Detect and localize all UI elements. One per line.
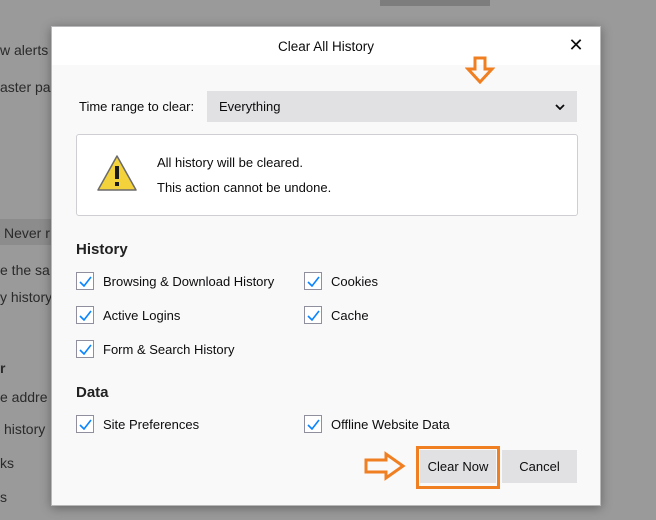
checkbox-box[interactable]: [76, 272, 94, 290]
checkbox-cache[interactable]: Cache: [304, 306, 369, 324]
cancel-button[interactable]: Cancel: [502, 450, 577, 483]
checkmark-icon: [78, 419, 92, 430]
warning-text-line1: All history will be cleared.: [157, 155, 303, 170]
background-text: aster pas: [0, 79, 58, 95]
background-text: ks: [0, 455, 14, 471]
checkbox-label: Browsing & Download History: [103, 273, 275, 289]
checkbox-label: Form & Search History: [103, 341, 235, 357]
checkbox-browsing-download-history[interactable]: Browsing & Download History: [76, 272, 274, 290]
clear-history-dialog: Clear All History ✕ Time range to clear:…: [51, 26, 601, 506]
background-text: Never r: [4, 225, 50, 241]
time-range-row: Time range to clear: Everything: [79, 91, 577, 122]
background-text: e addre: [0, 389, 48, 405]
background-text: w alerts: [0, 42, 49, 58]
dialog-titlebar: Clear All History ✕: [52, 27, 600, 65]
background-text: y history: [0, 289, 53, 305]
checkmark-icon: [306, 310, 320, 321]
checkmark-icon: [306, 276, 320, 287]
checkmark-icon: [78, 310, 92, 321]
warning-text-line2: This action cannot be undone.: [157, 180, 332, 195]
checkbox-box[interactable]: [304, 415, 322, 433]
checkbox-box[interactable]: [304, 306, 322, 324]
checkbox-form-search-history[interactable]: Form & Search History: [76, 340, 234, 358]
background-text: s: [0, 489, 7, 505]
background-toolbar: [380, 0, 490, 6]
time-range-label: Time range to clear:: [79, 99, 195, 114]
checkbox-label: Cookies: [331, 273, 378, 289]
annotation-arrow-down-icon: [465, 56, 495, 85]
history-section-title: History: [76, 241, 128, 258]
time-range-value: Everything: [219, 99, 281, 114]
checkbox-label: Offline Website Data: [331, 416, 450, 432]
annotation-arrow-right-icon: [364, 451, 406, 481]
close-icon[interactable]: ✕: [566, 35, 586, 55]
chevron-down-icon: [555, 103, 565, 110]
background-text: e the sa: [0, 262, 50, 278]
checkbox-active-logins[interactable]: Active Logins: [76, 306, 180, 324]
time-range-select[interactable]: Everything: [207, 91, 577, 122]
checkbox-site-preferences[interactable]: Site Preferences: [76, 415, 199, 433]
background-text: r: [0, 360, 6, 376]
checkbox-label: Site Preferences: [103, 416, 200, 432]
checkbox-box[interactable]: [304, 272, 322, 290]
checkmark-icon: [78, 344, 92, 355]
checkmark-icon: [78, 276, 92, 287]
checkbox-cookies[interactable]: Cookies: [304, 272, 378, 290]
checkmark-icon: [306, 419, 320, 430]
checkbox-offline-website-data[interactable]: Offline Website Data: [304, 415, 450, 433]
checkbox-label: Active Logins: [103, 307, 181, 323]
warning-icon: [97, 155, 137, 191]
clear-now-button[interactable]: Clear Now: [420, 450, 496, 483]
data-section-title: Data: [76, 384, 109, 401]
checkbox-box[interactable]: [76, 306, 94, 324]
checkbox-label: Cache: [331, 307, 369, 323]
dialog-title: Clear All History: [277, 38, 375, 54]
warning-box: All history will be cleared. This action…: [76, 134, 578, 216]
checkbox-box[interactable]: [76, 415, 94, 433]
checkbox-box[interactable]: [76, 340, 94, 358]
background-text: history: [4, 421, 46, 437]
